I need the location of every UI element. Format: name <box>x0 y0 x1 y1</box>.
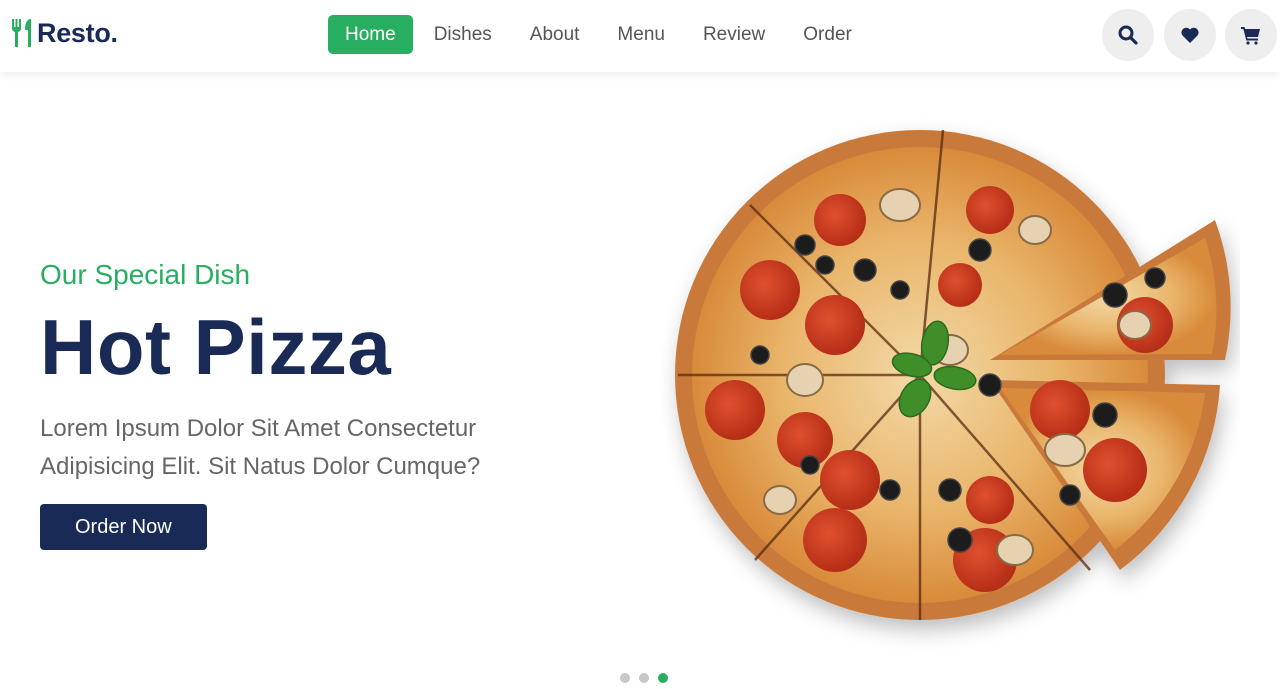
hero-content: Our Special Dish Hot Pizza Lorem Ipsum D… <box>40 255 600 550</box>
site-header: Resto. Home Dishes About Menu Review Ord… <box>0 0 1280 72</box>
hero-title: Hot Pizza <box>40 303 392 391</box>
nav-home[interactable]: Home <box>328 15 413 54</box>
slider-dot[interactable] <box>639 673 649 683</box>
logo-text: Resto. <box>37 17 118 48</box>
slider-pagination <box>620 673 668 683</box>
nav-review[interactable]: Review <box>686 15 782 54</box>
search-icon <box>1118 25 1138 45</box>
pizza-image <box>675 129 1231 620</box>
nav-dishes[interactable]: Dishes <box>417 15 509 54</box>
nav-about[interactable]: About <box>513 15 597 54</box>
slider-dot-active[interactable] <box>658 673 668 683</box>
hero-description: Lorem Ipsum Dolor Sit Amet Consectetur A… <box>40 415 481 480</box>
nav-menu[interactable]: Menu <box>600 15 682 54</box>
wishlist-button[interactable] <box>1164 9 1216 61</box>
logo[interactable]: Resto. <box>10 16 118 50</box>
hero-subtitle: Our Special Dish <box>40 259 251 290</box>
order-now-button[interactable]: Order Now <box>40 504 207 550</box>
cart-button[interactable] <box>1225 9 1277 61</box>
cart-icon <box>1241 27 1260 45</box>
main-nav: Home Dishes About Menu Review Order <box>328 15 873 54</box>
search-button[interactable] <box>1102 9 1154 61</box>
utensils-icon <box>11 19 31 47</box>
nav-order[interactable]: Order <box>786 15 869 54</box>
slider-dot[interactable] <box>620 673 630 683</box>
heart-icon <box>1181 27 1199 43</box>
